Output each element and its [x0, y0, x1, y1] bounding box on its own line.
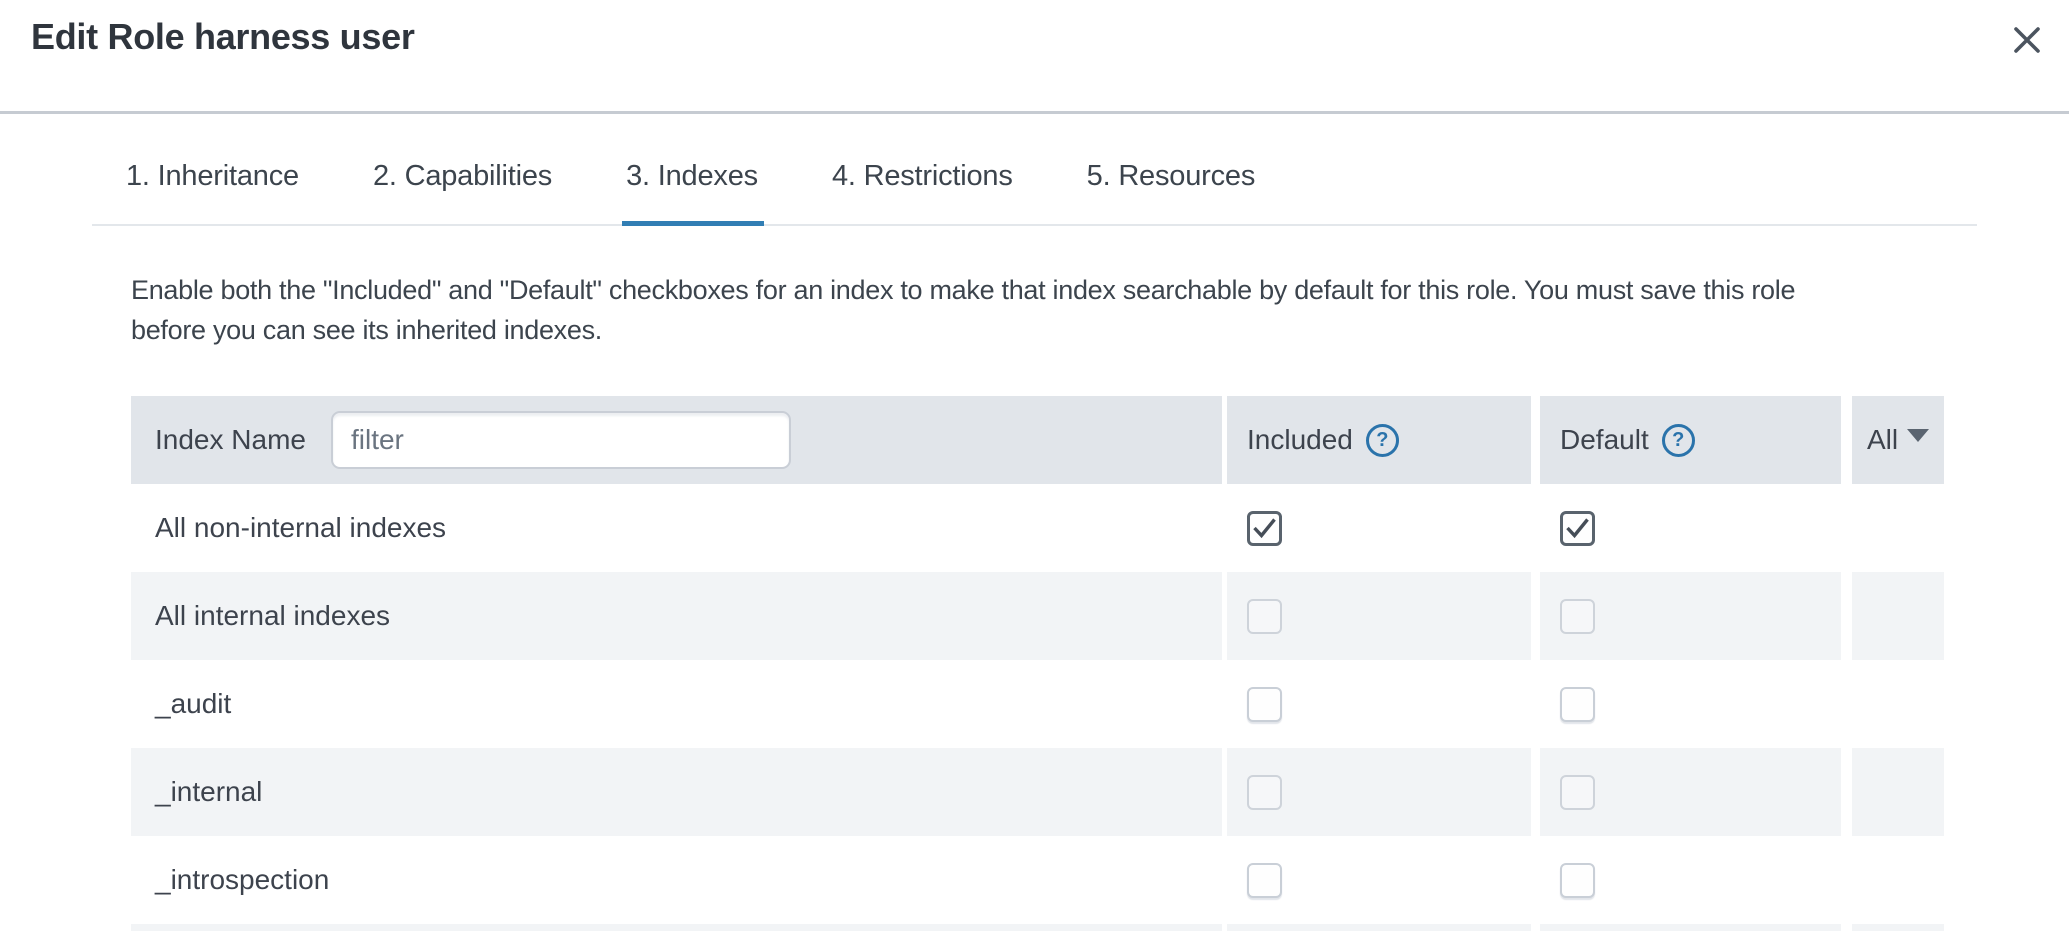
default-cell	[1540, 660, 1841, 748]
row-all-cell	[1852, 484, 1944, 572]
header-index-name-cell: Index Name	[131, 396, 1222, 484]
table-row-partial	[131, 924, 1944, 931]
dialog-header: Edit Role harness user	[0, 0, 2069, 114]
index-name-cell: _internal	[131, 748, 1222, 836]
index-name-label: _internal	[155, 776, 262, 808]
default-checkbox[interactable]	[1560, 687, 1595, 722]
dialog-title: Edit Role harness user	[31, 16, 415, 58]
table-row: _introspection	[131, 836, 1944, 924]
tab-resources[interactable]: 5. Resources	[1087, 160, 1255, 224]
included-cell	[1227, 660, 1531, 748]
index-name-label: _introspection	[155, 864, 329, 896]
all-dropdown[interactable]: All	[1852, 396, 1944, 484]
description-line-1: Enable both the "Included" and "Default"…	[131, 275, 1795, 305]
included-cell	[1227, 748, 1531, 836]
included-cell	[1227, 572, 1531, 660]
table-header-row: Index Name Included ? Default ? All	[131, 396, 1944, 484]
table-body: All non-internal indexes All internal ind…	[131, 484, 1944, 931]
table-row: All internal indexes	[131, 572, 1944, 660]
index-name-cell: All non-internal indexes	[131, 484, 1222, 572]
included-cell	[1227, 484, 1531, 572]
row-all-cell	[1852, 836, 1944, 924]
index-name-cell: All internal indexes	[131, 572, 1222, 660]
table-row: All non-internal indexes	[131, 484, 1944, 572]
tab-indexes[interactable]: 3. Indexes	[626, 160, 758, 224]
default-cell	[1540, 748, 1841, 836]
all-dropdown-label: All	[1867, 424, 1898, 456]
included-cell	[1227, 836, 1531, 924]
included-checkbox	[1247, 775, 1282, 810]
close-icon	[2011, 24, 2043, 56]
included-checkbox[interactable]	[1247, 863, 1282, 898]
included-checkbox[interactable]	[1247, 687, 1282, 722]
included-checkbox[interactable]	[1247, 511, 1282, 546]
default-help-icon[interactable]: ?	[1662, 424, 1695, 457]
index-name-label: All non-internal indexes	[155, 512, 446, 544]
index-name-column-label: Index Name	[155, 424, 306, 456]
default-cell	[1540, 572, 1841, 660]
default-checkbox[interactable]	[1560, 863, 1595, 898]
header-included-cell: Included ?	[1227, 396, 1531, 484]
index-name-cell: _introspection	[131, 836, 1222, 924]
tab-inheritance[interactable]: 1. Inheritance	[126, 160, 299, 224]
header-default-cell: Default ?	[1540, 396, 1841, 484]
filter-input[interactable]	[331, 411, 791, 469]
included-column-label: Included	[1247, 424, 1353, 456]
tab-restrictions[interactable]: 4. Restrictions	[832, 160, 1013, 224]
tabs-container: 1. Inheritance 2. Capabilities 3. Indexes 4…	[92, 160, 1977, 224]
tab-bar: 1. Inheritance 2. Capabilities 3. Indexes 4…	[92, 114, 1977, 226]
row-all-cell	[1852, 660, 1944, 748]
default-cell	[1540, 484, 1841, 572]
default-cell	[1540, 836, 1841, 924]
close-button[interactable]	[2007, 20, 2047, 60]
tab-capabilities[interactable]: 2. Capabilities	[373, 160, 552, 224]
table-row: _internal	[131, 748, 1944, 836]
table-row: _audit	[131, 660, 1944, 748]
row-all-cell	[1852, 572, 1944, 660]
default-column-label: Default	[1560, 424, 1649, 456]
included-checkbox	[1247, 599, 1282, 634]
description-text: Enable both the "Included" and "Default"…	[131, 270, 1969, 350]
default-checkbox	[1560, 599, 1595, 634]
indexes-table: Index Name Included ? Default ? All All …	[131, 396, 1944, 931]
description-line-2: before you can see its inherited indexes…	[131, 315, 602, 345]
index-name-label: All internal indexes	[155, 600, 390, 632]
included-help-icon[interactable]: ?	[1366, 424, 1399, 457]
default-checkbox	[1560, 775, 1595, 810]
chevron-down-icon	[1907, 429, 1929, 442]
index-name-label: _audit	[155, 688, 231, 720]
default-checkbox[interactable]	[1560, 511, 1595, 546]
index-name-cell: _audit	[131, 660, 1222, 748]
row-all-cell	[1852, 748, 1944, 836]
